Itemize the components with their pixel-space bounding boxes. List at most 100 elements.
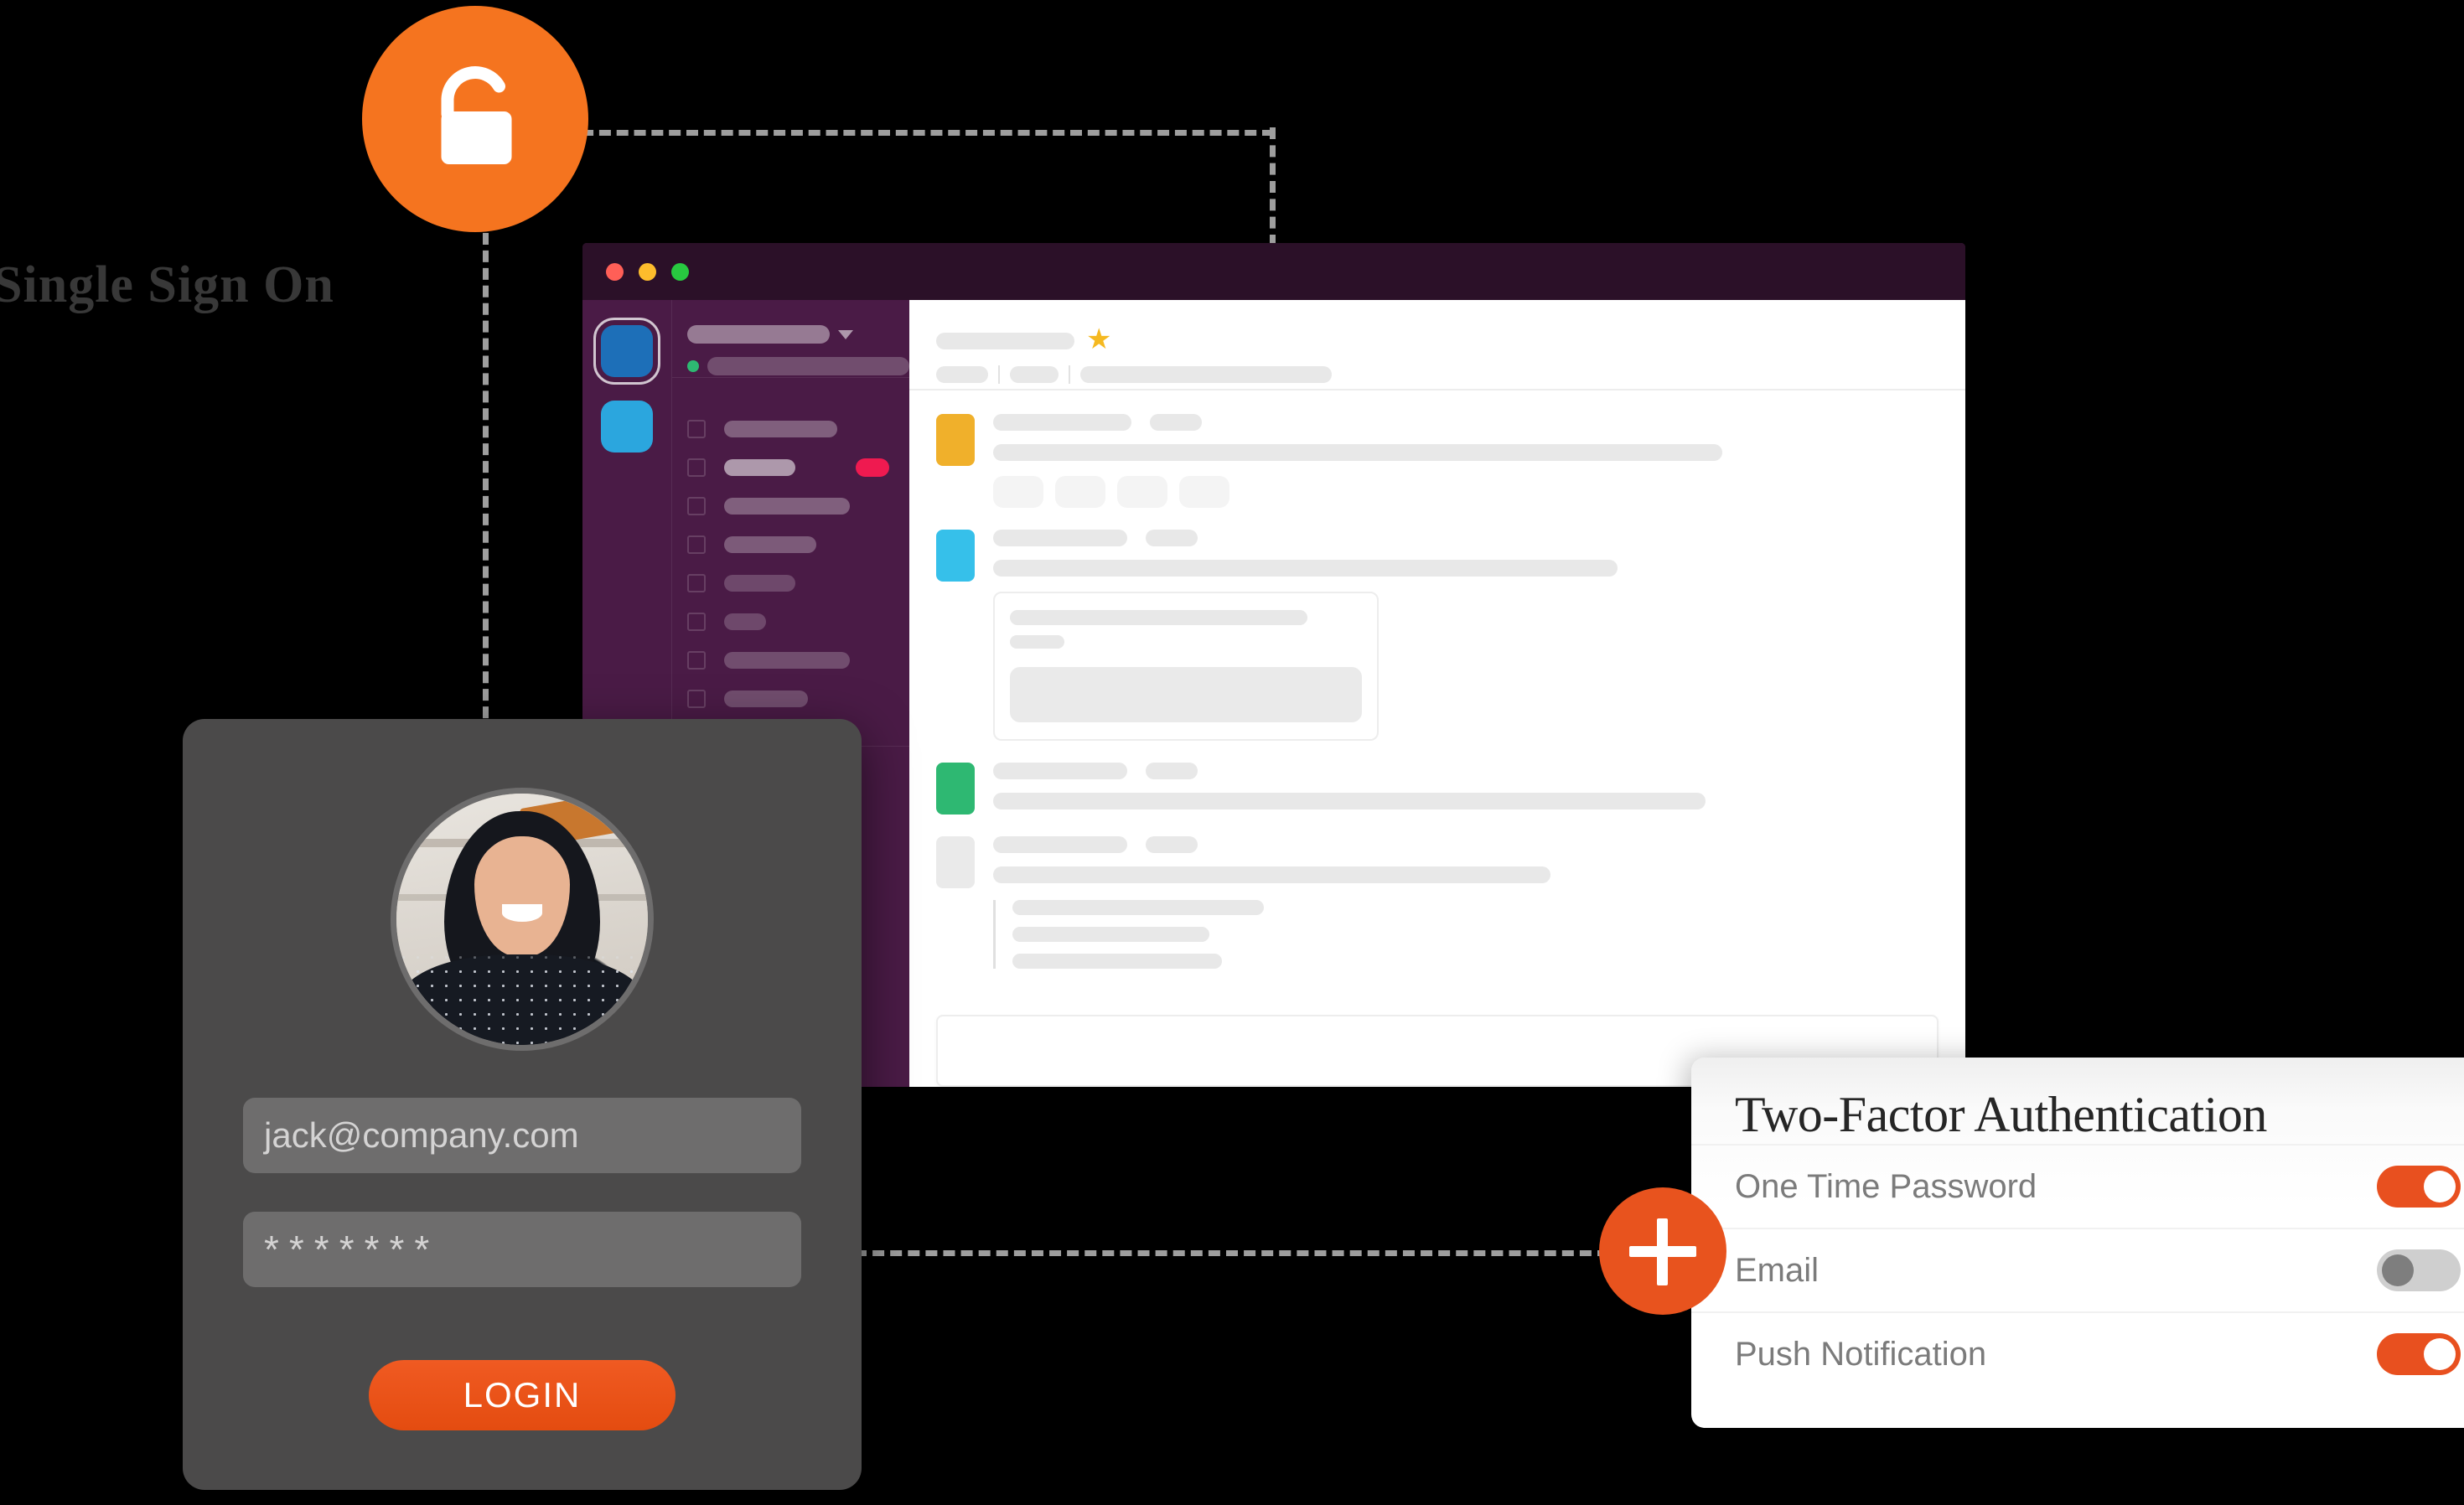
message-attachment-card[interactable] xyxy=(993,592,1379,741)
attachment-meta-placeholder xyxy=(1010,635,1064,649)
conversation-title-placeholder xyxy=(936,333,1074,349)
quote-line-placeholder xyxy=(1012,954,1222,969)
channel-hash-icon xyxy=(687,535,706,554)
reaction-chip[interactable] xyxy=(993,476,1043,508)
attachment-preview xyxy=(1010,667,1362,722)
reaction-chip[interactable] xyxy=(1179,476,1229,508)
message-author-placeholder xyxy=(993,414,1131,431)
reaction-chip[interactable] xyxy=(1055,476,1105,508)
header-meta-pill xyxy=(936,366,988,383)
channel-name-placeholder xyxy=(724,498,850,515)
chevron-down-icon[interactable] xyxy=(838,329,853,339)
channel-hash-icon xyxy=(687,458,706,477)
header-divider xyxy=(998,365,1000,384)
message-timestamp-placeholder xyxy=(1150,414,1202,431)
tfa-row-push-notification: Push Notification xyxy=(1691,1311,2464,1395)
message-timestamp-placeholder xyxy=(1146,530,1198,546)
password-field[interactable]: ******* xyxy=(243,1212,801,1287)
message-text-placeholder xyxy=(993,866,1550,883)
channel-hash-icon xyxy=(687,497,706,515)
quote-line-placeholder xyxy=(1012,900,1264,915)
current-user-placeholder xyxy=(707,357,909,375)
message-author-placeholder xyxy=(993,530,1127,546)
illustration-canvas: Single Sign On ★ jack@company.com ******… xyxy=(0,0,2464,1505)
message-text-placeholder xyxy=(993,560,1618,577)
tfa-row-email: Email xyxy=(1691,1228,2464,1311)
channel-list-item[interactable] xyxy=(687,487,909,525)
channel-list-item[interactable] xyxy=(687,410,909,448)
channel-hash-icon xyxy=(687,574,706,592)
workspace-tile-2[interactable] xyxy=(601,401,653,453)
channel-list-item[interactable] xyxy=(687,680,909,718)
panel-title: Two-Factor Authentication xyxy=(1735,1087,2267,1142)
header-divider xyxy=(1069,365,1070,384)
message-quote-block xyxy=(993,900,1965,969)
message-list xyxy=(909,390,1965,1015)
email-field[interactable]: jack@company.com xyxy=(243,1098,801,1173)
toggle-push-notification[interactable] xyxy=(2377,1333,2461,1375)
window-titlebar xyxy=(582,243,1965,300)
channel-name-placeholder xyxy=(724,575,795,592)
minimize-window-button[interactable] xyxy=(639,262,656,281)
header-meta-pill xyxy=(1080,366,1332,383)
two-factor-authentication-panel: Two-Factor Authentication One Time Passw… xyxy=(1691,1058,2464,1428)
reaction-chip[interactable] xyxy=(1117,476,1167,508)
toggle-email[interactable] xyxy=(2377,1249,2461,1291)
plus-icon xyxy=(1657,1218,1668,1285)
star-icon[interactable]: ★ xyxy=(1086,325,1111,354)
toggle-knob xyxy=(2424,1171,2456,1202)
workspace-switcher[interactable] xyxy=(672,300,909,378)
message-avatar xyxy=(936,763,975,815)
channel-name-placeholder xyxy=(724,652,850,669)
channel-hash-icon xyxy=(687,613,706,631)
channel-list-item[interactable] xyxy=(687,564,909,603)
tfa-label: One Time Password xyxy=(1735,1167,2037,1205)
connector-lock-to-window-horizontal xyxy=(494,130,1274,136)
workspace-tile-1[interactable] xyxy=(593,318,660,385)
zoom-window-button[interactable] xyxy=(671,262,689,281)
close-window-button[interactable] xyxy=(606,262,624,281)
connector-lock-to-login-vertical xyxy=(483,233,489,736)
message-row xyxy=(936,530,1965,741)
connector-window-drop-vertical xyxy=(1270,127,1276,246)
page-title: Single Sign On xyxy=(0,256,334,313)
toggle-one-time-password[interactable] xyxy=(2377,1166,2461,1208)
message-row xyxy=(936,414,1965,508)
tfa-label: Push Notification xyxy=(1735,1335,1987,1373)
message-author-placeholder xyxy=(993,836,1127,853)
message-avatar xyxy=(936,530,975,582)
message-text-placeholder xyxy=(993,444,1722,461)
message-text-placeholder xyxy=(993,793,1706,809)
presence-online-icon xyxy=(687,360,699,372)
channel-list-item[interactable] xyxy=(687,448,909,487)
workspace-name-placeholder xyxy=(687,325,830,344)
unread-badge xyxy=(856,458,889,477)
header-meta-pill xyxy=(1010,366,1059,383)
message-timestamp-placeholder xyxy=(1146,836,1198,853)
channel-list-item[interactable] xyxy=(687,641,909,680)
conversation-header: ★ xyxy=(909,300,1965,390)
channel-name-placeholder xyxy=(724,690,808,707)
channel-list xyxy=(672,378,909,718)
message-avatar xyxy=(936,836,975,888)
login-card: jack@company.com ******* LOGIN xyxy=(183,719,862,1490)
unlocked-padlock-icon xyxy=(362,6,588,232)
login-button[interactable]: LOGIN xyxy=(369,1360,676,1430)
message-timestamp-placeholder xyxy=(1146,763,1198,779)
attachment-title-placeholder xyxy=(1010,610,1307,625)
message-avatar xyxy=(936,414,975,466)
channel-hash-icon xyxy=(687,690,706,708)
add-method-button[interactable] xyxy=(1599,1187,1726,1315)
channel-hash-icon xyxy=(687,420,706,438)
channel-list-item[interactable] xyxy=(687,603,909,641)
message-row xyxy=(936,763,1965,815)
channel-list-item[interactable] xyxy=(687,525,909,564)
tfa-label: Email xyxy=(1735,1251,1820,1289)
conversation-pane: ★ xyxy=(909,300,1965,1087)
message-author-placeholder xyxy=(993,763,1127,779)
quote-line-placeholder xyxy=(1012,927,1209,942)
connector-login-to-plus-horizontal xyxy=(855,1250,1609,1256)
channel-name-placeholder xyxy=(724,536,816,553)
channel-name-placeholder xyxy=(724,421,837,437)
avatar xyxy=(391,788,654,1051)
